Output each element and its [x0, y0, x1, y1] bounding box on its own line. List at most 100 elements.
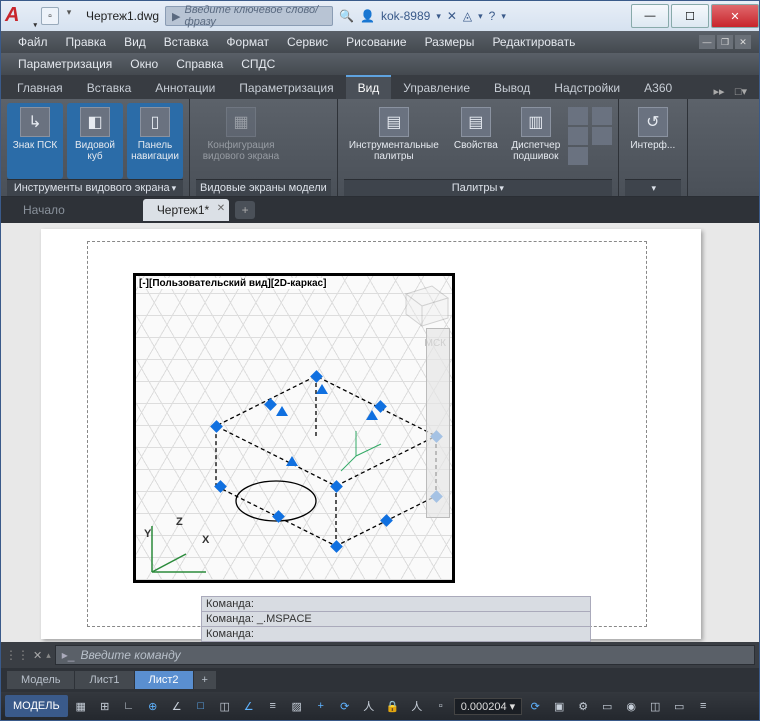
- palette-small-3-icon[interactable]: [568, 147, 588, 165]
- palette-small-5-icon[interactable]: [592, 127, 612, 145]
- menu-edit[interactable]: Правка: [57, 33, 116, 51]
- menu-file[interactable]: Файл: [9, 33, 57, 51]
- exchange-icon[interactable]: ✕: [447, 9, 457, 23]
- sheetset-button[interactable]: ▥Диспетчер подшивок: [508, 103, 564, 179]
- isolate-icon[interactable]: ◫: [644, 695, 666, 717]
- snap-icon[interactable]: ⊞: [94, 695, 116, 717]
- help-icon[interactable]: ?: [489, 9, 496, 23]
- workspace-icon[interactable]: ⚙: [572, 695, 594, 717]
- ortho-icon[interactable]: ∟: [118, 695, 140, 717]
- user-name[interactable]: kok-8989: [381, 9, 430, 23]
- grid-icon[interactable]: ▦: [70, 695, 92, 717]
- panel-title-vptools[interactable]: Инструменты видового экрана▾: [7, 179, 183, 196]
- sub-minimize-icon[interactable]: —: [699, 35, 715, 49]
- vp-sync-icon[interactable]: ⟳: [524, 695, 546, 717]
- app-logo[interactable]: A: [5, 4, 33, 28]
- menu-insert[interactable]: Вставка: [155, 33, 218, 51]
- tab-close-icon[interactable]: ✕: [217, 203, 225, 214]
- customize-icon[interactable]: ≡: [692, 695, 714, 717]
- command-input[interactable]: ▸_ Введите команду: [55, 645, 755, 665]
- scale-lock-icon[interactable]: 🔒: [382, 695, 404, 717]
- otrack-icon[interactable]: ∠: [238, 695, 260, 717]
- rtab-output[interactable]: Вывод: [482, 77, 542, 99]
- properties-button[interactable]: ▤Свойства: [448, 103, 504, 179]
- navigation-bar[interactable]: [426, 328, 450, 518]
- vp-maximize-icon[interactable]: ▣: [548, 695, 570, 717]
- viewport[interactable]: [-][Пользовательский вид][2D-каркас] МСК: [133, 273, 455, 583]
- search-input[interactable]: ▶ Введите ключевое слово/фразу: [165, 6, 333, 26]
- rtab-insert[interactable]: Вставка: [75, 77, 144, 99]
- menu-dimension[interactable]: Размеры: [416, 33, 484, 51]
- layout-add-button[interactable]: +: [194, 671, 216, 689]
- cmd-close-icon[interactable]: ✕: [33, 649, 42, 662]
- close-button[interactable]: ✕: [711, 4, 759, 28]
- cycling-icon[interactable]: ⟳: [334, 695, 356, 717]
- ribbon-collapse-icon[interactable]: □▾: [733, 83, 749, 99]
- menu-parametric[interactable]: Параметризация: [9, 55, 121, 73]
- rtab-view[interactable]: Вид: [346, 75, 392, 99]
- menu-spds[interactable]: СПДС: [232, 55, 284, 73]
- monitor-icon[interactable]: ▭: [596, 695, 618, 717]
- polar-icon[interactable]: ⊕: [142, 695, 164, 717]
- panel-title-interface[interactable]: ▾: [625, 179, 681, 196]
- osnap-icon[interactable]: □: [190, 695, 212, 717]
- face-arrow[interactable]: [276, 406, 288, 416]
- menu-modify[interactable]: Редактировать: [483, 33, 584, 51]
- iso-icon[interactable]: ∠: [166, 695, 188, 717]
- rtab-home[interactable]: Главная: [5, 77, 75, 99]
- layout-sheet1[interactable]: Лист1: [75, 671, 133, 689]
- face-arrow[interactable]: [366, 410, 378, 420]
- tab-drawing1[interactable]: Чертеж1*✕: [143, 199, 229, 221]
- menu-window[interactable]: Окно: [121, 55, 167, 73]
- navbar-button[interactable]: ▯Панель навигации: [127, 103, 183, 179]
- menu-format[interactable]: Формат: [217, 33, 278, 51]
- tab-add-button[interactable]: +: [235, 201, 255, 219]
- work-area[interactable]: [-][Пользовательский вид][2D-каркас] МСК: [1, 223, 759, 642]
- panel-title-palettes[interactable]: Палитры▾: [344, 179, 612, 196]
- search-icon[interactable]: 🔍: [339, 9, 354, 23]
- transparency-icon[interactable]: ▨: [286, 695, 308, 717]
- layout-sheet2[interactable]: Лист2: [135, 671, 193, 689]
- panel-title-modelvp[interactable]: Видовые экраны модели: [196, 179, 331, 196]
- face-arrow[interactable]: [316, 384, 328, 394]
- rtab-annotate[interactable]: Аннотации: [143, 77, 227, 99]
- space-toggle[interactable]: МОДЕЛЬ: [5, 695, 68, 717]
- ucs-icon-button[interactable]: ↳Знак ПСК: [7, 103, 63, 179]
- palette-small-4-icon[interactable]: [592, 107, 612, 125]
- sub-restore-icon[interactable]: ❐: [717, 35, 733, 49]
- qat-dropdown-icon[interactable]: ▾: [62, 7, 76, 25]
- dynamic-input-icon[interactable]: +: [310, 695, 332, 717]
- minimize-button[interactable]: —: [631, 4, 669, 28]
- cmd-grip-icon[interactable]: ⋮⋮: [5, 648, 29, 662]
- rtab-parametric[interactable]: Параметризация: [227, 77, 345, 99]
- hardware-icon[interactable]: ◉: [620, 695, 642, 717]
- menu-draw[interactable]: Рисование: [337, 33, 415, 51]
- maximize-button[interactable]: ☐: [671, 4, 709, 28]
- face-arrow[interactable]: [286, 456, 298, 466]
- viewport-scale[interactable]: 0.000204 ▾: [454, 698, 522, 715]
- annotation-icon[interactable]: 人: [358, 695, 380, 717]
- layout-model[interactable]: Модель: [7, 671, 74, 689]
- menu-service[interactable]: Сервис: [278, 33, 337, 51]
- annoscale-icon[interactable]: 人: [406, 695, 428, 717]
- menu-help[interactable]: Справка: [167, 55, 232, 73]
- tab-start[interactable]: Начало: [5, 199, 83, 221]
- palette-small-1-icon[interactable]: [568, 107, 588, 125]
- palette-small-2-icon[interactable]: [568, 127, 588, 145]
- tool-palettes-button[interactable]: ▤Инструментальные палитры: [344, 103, 444, 179]
- rtab-manage[interactable]: Управление: [391, 77, 482, 99]
- rtab-a360[interactable]: A360: [632, 77, 684, 99]
- viewcube-button[interactable]: ◧Видовой куб: [67, 103, 123, 179]
- menu-view[interactable]: Вид: [115, 33, 155, 51]
- signin-icon[interactable]: 👤: [360, 9, 375, 23]
- qat-new-icon[interactable]: ▫: [41, 7, 59, 25]
- clean-icon[interactable]: ▭: [668, 695, 690, 717]
- vpscale-icon[interactable]: ▫: [430, 695, 452, 717]
- a360-icon[interactable]: ◬: [463, 9, 472, 23]
- interface-button[interactable]: ↺Интерф...: [625, 103, 681, 179]
- lineweight-icon[interactable]: ≡: [262, 695, 284, 717]
- sub-close-icon[interactable]: ✕: [735, 35, 751, 49]
- rtab-addins[interactable]: Надстройки: [542, 77, 632, 99]
- 3dosnap-icon[interactable]: ◫: [214, 695, 236, 717]
- featured-apps-icon[interactable]: ▸▸: [711, 83, 727, 99]
